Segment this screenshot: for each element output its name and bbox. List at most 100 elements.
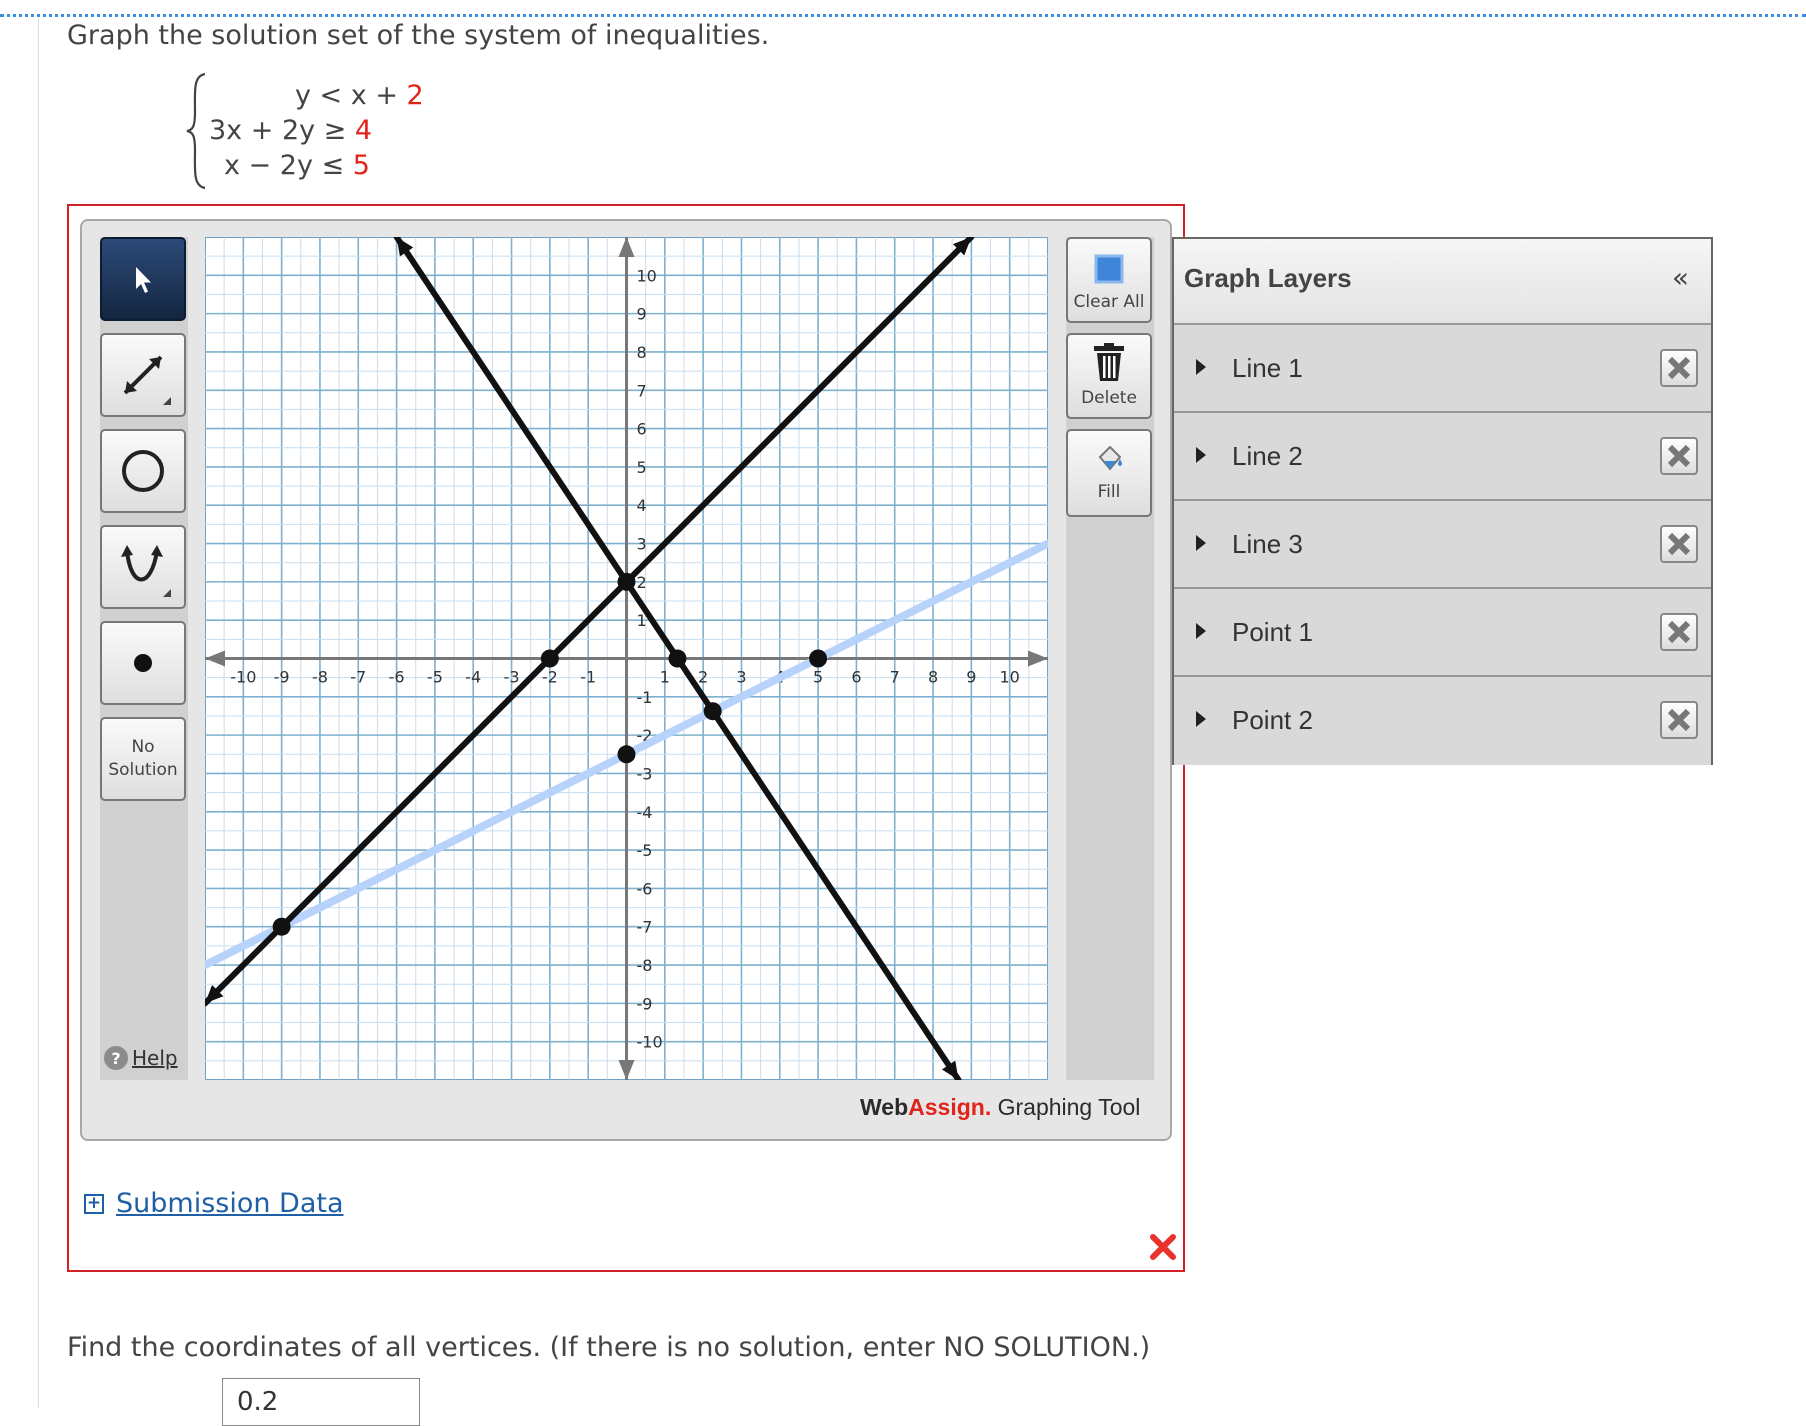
point-tool-button[interactable] — [100, 621, 186, 705]
vertex-answer-input[interactable] — [222, 1378, 420, 1426]
clear-all-icon — [1094, 254, 1124, 284]
clear-all-button[interactable]: Clear All — [1066, 237, 1152, 323]
x-tick-label: -6 — [389, 668, 405, 687]
x-tick-label: 1 — [660, 668, 670, 687]
delete-label: Delete — [1081, 388, 1137, 408]
layer-name: Line 2 — [1232, 441, 1303, 471]
y-tick-label: -10 — [637, 1033, 663, 1052]
pointer-tool-button[interactable] — [100, 237, 186, 321]
circle-tool-icon — [122, 450, 164, 492]
delete-button[interactable]: Delete — [1066, 333, 1152, 419]
delete-layer-button[interactable] — [1660, 437, 1698, 475]
fill-label: Fill — [1097, 482, 1121, 502]
layer-row-point-1[interactable]: Point 1 — [1174, 589, 1711, 677]
layer-name: Point 2 — [1232, 705, 1313, 735]
dotted-divider — [0, 14, 1806, 17]
find-vertices-prompt: Find the coordinates of all vertices. (I… — [67, 1332, 1151, 1363]
y-tick-label: -3 — [637, 764, 653, 783]
layer-row-line-1[interactable]: Line 1 — [1174, 325, 1711, 413]
layer-row-line-3[interactable]: Line 3 — [1174, 501, 1711, 589]
x-tick-label: -10 — [230, 668, 256, 687]
y-tick-label: -7 — [637, 918, 653, 937]
graph-point — [617, 572, 636, 591]
help-icon: ? — [104, 1046, 128, 1070]
graph-layers-title: Graph Layers — [1184, 263, 1352, 293]
x-tick-label: -3 — [504, 668, 520, 687]
x-tick-label: 5 — [813, 668, 823, 687]
y-tick-label: 7 — [637, 381, 647, 400]
y-tick-label: 4 — [637, 496, 647, 515]
inequality-3: x − 2y ≤ 5 — [224, 150, 370, 181]
no-solution-button[interactable]: No Solution — [100, 717, 186, 801]
line-tool-icon — [123, 355, 171, 405]
parabola-tool-button[interactable] — [100, 525, 186, 609]
y-tick-label: 8 — [637, 343, 647, 362]
help-label: Help — [132, 1046, 178, 1070]
close-icon — [1667, 620, 1691, 644]
coordinate-graph[interactable]: -10-9-8-7-6-5-4-3-2-11234567891010987654… — [205, 237, 1048, 1080]
collapse-panel-icon[interactable]: « — [1672, 261, 1689, 294]
graph-point — [617, 745, 636, 764]
close-icon — [1667, 532, 1691, 556]
y-tick-label: 2 — [637, 573, 647, 592]
x-tick-label: 9 — [966, 668, 976, 687]
inequality-2: 3x + 2y ≥ 4 — [209, 115, 373, 146]
trash-icon — [1094, 343, 1124, 381]
x-tick-label: 3 — [736, 668, 746, 687]
delete-layer-button[interactable] — [1660, 701, 1698, 739]
delete-layer-button[interactable] — [1660, 613, 1698, 651]
delete-layer-button[interactable] — [1660, 525, 1698, 563]
close-icon — [1667, 356, 1691, 380]
inequality-system: y < x + 2 3x + 2y ≥ 4 x − 2y ≤ 5 — [185, 72, 455, 190]
y-tick-label: 3 — [637, 535, 647, 554]
layer-name: Line 3 — [1232, 529, 1303, 559]
expand-plus-icon: + — [84, 1193, 104, 1214]
x-tick-label: 7 — [890, 668, 900, 687]
expand-triangle-icon — [1196, 623, 1206, 639]
x-tick-label: -4 — [465, 668, 481, 687]
layer-name: Line 1 — [1232, 353, 1303, 383]
graph-point — [540, 649, 559, 668]
x-tick-label: -2 — [542, 668, 558, 687]
line-tool-button[interactable] — [100, 333, 186, 417]
y-tick-label: 10 — [637, 266, 657, 285]
y-tick-label: -4 — [637, 803, 653, 822]
parabola-tool-icon — [121, 545, 171, 597]
fill-button[interactable]: Fill — [1066, 429, 1152, 517]
expand-triangle-icon — [1196, 447, 1206, 463]
layer-row-point-2[interactable]: Point 2 — [1174, 677, 1711, 765]
expand-triangle-icon — [1196, 535, 1206, 551]
x-tick-label: -7 — [350, 668, 366, 687]
y-tick-label: 9 — [637, 305, 647, 324]
clear-all-label: Clear All — [1073, 292, 1145, 312]
circle-tool-button[interactable] — [100, 429, 186, 513]
arrow-pointer-icon — [136, 267, 151, 293]
close-icon — [1667, 708, 1691, 732]
x-tick-label: 2 — [698, 668, 708, 687]
inequality-1: y < x + 2 — [295, 80, 424, 111]
submission-data-toggle[interactable]: + Submission Data — [84, 1188, 344, 1219]
layer-row-line-2[interactable]: Line 2 — [1174, 413, 1711, 501]
y-tick-label: -1 — [637, 688, 653, 707]
x-tick-label: -1 — [580, 668, 596, 687]
graph-point — [272, 917, 291, 936]
y-tick-label: -5 — [637, 841, 653, 860]
graph-layers-header: Graph Layers « — [1174, 239, 1711, 325]
point-tool-icon — [134, 654, 152, 672]
y-tick-label: -8 — [637, 956, 653, 975]
close-icon — [1667, 444, 1691, 468]
x-tick-label: 6 — [851, 668, 861, 687]
x-tick-label: -9 — [274, 668, 290, 687]
graph-point — [703, 702, 722, 721]
delete-layer-button[interactable] — [1660, 349, 1698, 387]
no-solution-label: No Solution — [108, 737, 178, 780]
incorrect-x-icon — [1150, 1234, 1176, 1260]
layer-name: Point 1 — [1232, 617, 1313, 647]
help-link[interactable]: ? Help — [104, 1046, 178, 1070]
graph-point — [809, 649, 828, 668]
graph-layers-panel: Graph Layers « Line 1 Line 2 Line 3 Poin… — [1172, 237, 1713, 765]
brace-icon — [186, 72, 206, 190]
webassign-graphing-tool-brand: WebAssign. Graphing Tool — [860, 1094, 1141, 1120]
graph-point — [668, 649, 687, 668]
y-tick-label: -9 — [637, 994, 653, 1013]
